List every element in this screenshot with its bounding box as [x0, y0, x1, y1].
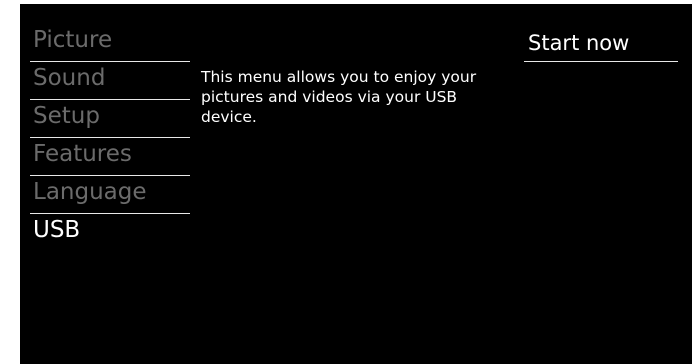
start-now-button[interactable]: Start now — [524, 28, 678, 62]
settings-menu-panel: Picture Sound Setup Features Language US… — [20, 4, 692, 364]
tv-screen: Picture Sound Setup Features Language US… — [0, 0, 693, 364]
menu-item-features[interactable]: Features — [30, 138, 190, 176]
menu-item-sound[interactable]: Sound — [30, 62, 190, 100]
menu-description: This menu allows you to enjoy your pictu… — [201, 68, 477, 126]
menu-item-language[interactable]: Language — [30, 176, 190, 214]
menu-item-picture[interactable]: Picture — [30, 24, 190, 62]
menu-item-usb[interactable]: USB — [30, 214, 190, 252]
menu-item-setup[interactable]: Setup — [30, 100, 190, 138]
main-menu-list: Picture Sound Setup Features Language US… — [30, 24, 190, 252]
